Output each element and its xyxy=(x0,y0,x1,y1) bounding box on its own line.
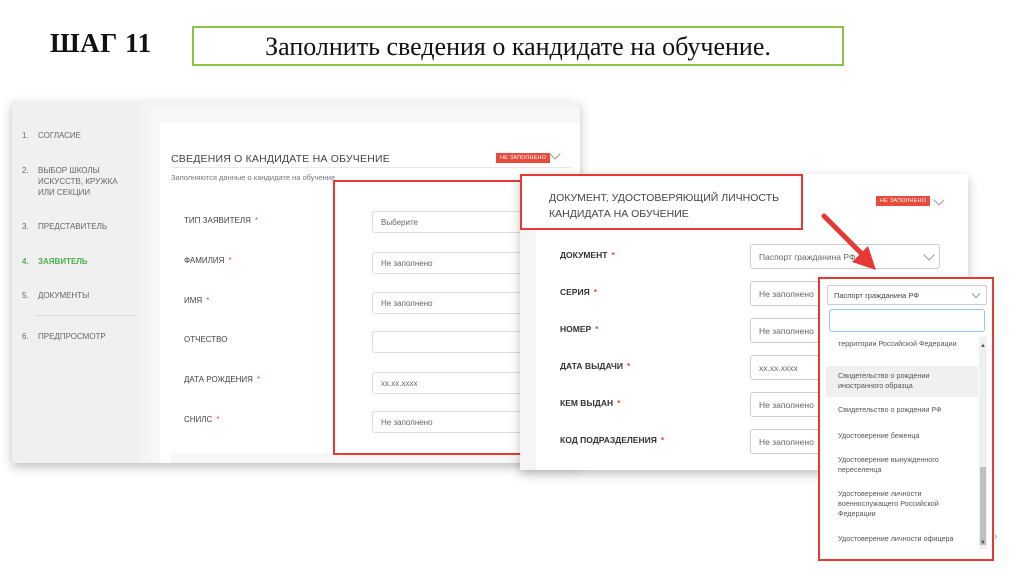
scroll-down-icon[interactable]: ▼ xyxy=(980,540,986,546)
dropdown-options-list: территории Российской Федерации Свидетел… xyxy=(826,337,978,549)
dropdown-option[interactable]: Удостоверение беженца xyxy=(826,431,978,441)
chevron-right-icon: › xyxy=(994,531,998,542)
card-divider xyxy=(171,167,571,168)
name-label: ИМЯ * xyxy=(184,296,210,305)
sidebar-item-number: 1. xyxy=(22,131,29,140)
dropdown-search-input[interactable] xyxy=(829,309,985,332)
sidebar-item-number: 6. xyxy=(22,332,29,341)
surname-label: ФАМИЛИЯ * xyxy=(184,256,232,265)
card-title: СВЕДЕНИЯ О КАНДИДАТЕ НА ОБУЧЕНИЕ xyxy=(171,153,390,165)
chevron-down-icon[interactable] xyxy=(933,194,945,206)
sidebar-item-documents[interactable]: 5. ДОКУМЕНТЫ xyxy=(22,290,138,301)
wizard-sidebar: 1. СОГЛАСИЕ 2. ВЫБОР ШКОЛЫ ИСКУССТВ, КРУ… xyxy=(12,101,140,463)
division-code-label: КОД ПОДРАЗДЕЛЕНИЯ * xyxy=(560,435,665,445)
issued-by-label: КЕМ ВЫДАН * xyxy=(560,398,621,408)
dropdown-scrollbar[interactable] xyxy=(979,337,987,549)
status-badge: НЕ ЗАПОЛНЕНО xyxy=(876,196,931,206)
sidebar-item-applicant[interactable]: 4. ЗАЯВИТЕЛЬ xyxy=(22,256,138,267)
birth-date-label: ДАТА РОЖДЕНИЯ * xyxy=(184,375,261,384)
patronymic-label: ОТЧЕСТВО xyxy=(184,335,228,344)
series-label: СЕРИЯ * xyxy=(560,287,598,297)
highlight-frame-inputs xyxy=(333,180,533,455)
number-label: НОМЕР * xyxy=(560,324,599,334)
sidebar-item-school-choice[interactable]: 2. ВЫБОР ШКОЛЫ ИСКУССТВ, КРУЖКА ИЛИ СЕКЦ… xyxy=(22,165,138,198)
chevron-down-icon[interactable] xyxy=(923,249,935,261)
sidebar-item-label: ЗАЯВИТЕЛЬ xyxy=(38,257,88,266)
step-instruction: Заполнить сведения о кандидате на обучен… xyxy=(192,26,844,66)
red-arrow-icon xyxy=(821,213,876,270)
dropdown-selected-text: Паспорт гражданина РФ xyxy=(834,291,920,300)
sidebar-item-label: ДОКУМЕНТЫ xyxy=(38,291,90,300)
sidebar-item-label: ПРЕДСТАВИТЕЛЬ xyxy=(38,222,108,231)
applicant-type-label: ТИП ЗАЯВИТЕЛЯ * xyxy=(184,216,259,225)
step-title: ШАГ 11 xyxy=(50,28,152,58)
dropdown-option[interactable]: Удостоверение вынужденного переселенца xyxy=(826,455,978,475)
sidebar-item-number: 4. xyxy=(22,257,29,266)
document-type-label: ДОКУМЕНТ * xyxy=(560,250,615,260)
chevron-down-icon[interactable] xyxy=(549,148,561,160)
sidebar-item-consent[interactable]: 1. СОГЛАСИЕ xyxy=(22,130,138,141)
document-card-title: ДОКУМЕНТ, УДОСТОВЕРЯЮЩИЙ ЛИЧНОСТЬ КАНДИД… xyxy=(549,190,779,222)
status-badge: НЕ ЗАПОЛНЕНО xyxy=(496,153,551,163)
dropdown-option[interactable]: Удостоверение личности военнослужащего Р… xyxy=(826,489,978,519)
sidebar-item-number: 3. xyxy=(22,222,29,231)
scrollbar-thumb[interactable] xyxy=(980,467,986,545)
sidebar-item-number: 5. xyxy=(22,291,29,300)
issue-date-label: ДАТА ВЫДАЧИ * xyxy=(560,361,631,371)
sidebar-item-number: 2. xyxy=(22,166,29,175)
chevron-down-icon[interactable] xyxy=(971,289,981,299)
sidebar-item-representative[interactable]: 3. ПРЕДСТАВИТЕЛЬ xyxy=(22,221,138,232)
dropdown-selected-value[interactable]: Паспорт гражданина РФ xyxy=(827,285,987,305)
sidebar-divider xyxy=(36,315,136,316)
scroll-up-icon[interactable]: ▲ xyxy=(980,343,986,349)
sidebar-item-label: ПРЕДПРОСМОТР xyxy=(38,332,106,341)
sidebar-item-preview[interactable]: 6. ПРЕДПРОСМОТР xyxy=(22,331,138,342)
sidebar-item-label: ВЫБОР ШКОЛЫ ИСКУССТВ, КРУЖКА ИЛИ СЕКЦИИ xyxy=(38,166,118,197)
dropdown-option[interactable]: территории Российской Федерации xyxy=(826,339,978,349)
dropdown-option[interactable]: Свидетельство о рождении РФ xyxy=(826,405,978,415)
document-type-dropdown: Паспорт гражданина РФ территории Российс… xyxy=(818,277,994,561)
dropdown-option-highlighted[interactable]: Свидетельство о рождении иностранного об… xyxy=(826,366,978,397)
document-card-title-line1: ДОКУМЕНТ, УДОСТОВЕРЯЮЩИЙ ЛИЧНОСТЬ xyxy=(549,192,779,204)
snils-label: СНИЛС * xyxy=(184,415,220,424)
card-subtitle: Заполняются данные о кандидате на обучен… xyxy=(171,173,336,182)
dropdown-option[interactable]: Удостоверение личности офицера xyxy=(826,534,978,544)
sidebar-item-label: СОГЛАСИЕ xyxy=(38,131,81,140)
document-card-title-line2: КАНДИДАТА НА ОБУЧЕНИЕ xyxy=(549,208,689,220)
highlight-frame-title: ДОКУМЕНТ, УДОСТОВЕРЯЮЩИЙ ЛИЧНОСТЬ КАНДИД… xyxy=(520,174,803,230)
